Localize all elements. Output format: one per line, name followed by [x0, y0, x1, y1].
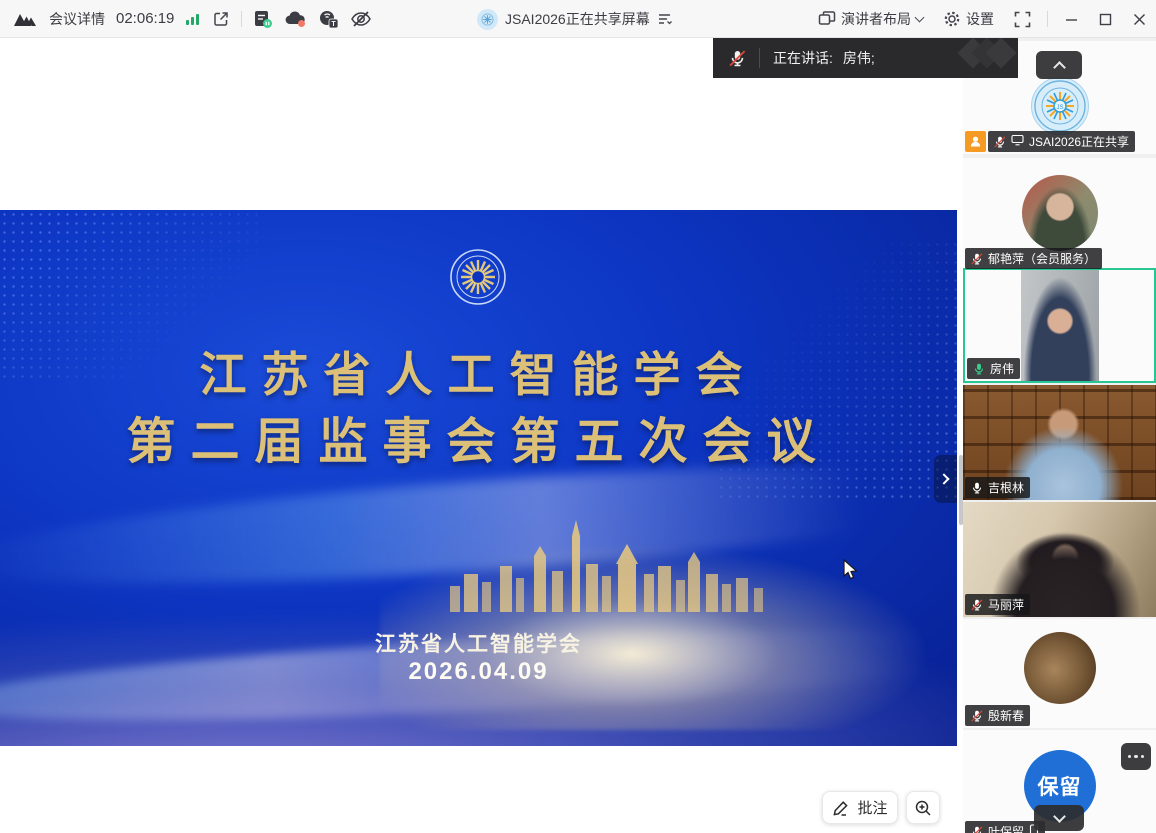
avatar-text: 保留	[1038, 771, 1082, 801]
participant-tile-yebaoliu[interactable]: 保留 叶保留	[963, 730, 1156, 833]
meeting-timer: 02:06:19	[116, 10, 174, 27]
jsai-logo-avatar: JS	[1031, 77, 1089, 135]
watermark-logo	[970, 42, 1012, 64]
chevron-down-icon	[915, 13, 925, 23]
fullscreen-button[interactable]	[1004, 0, 1041, 38]
association-emblem	[449, 248, 507, 306]
presentation-slide: 江苏省人工智能学会 第二届监事会第五次会议 江苏省人工智能学会 2026.04.…	[0, 210, 957, 746]
participant-avatar-photo	[1022, 175, 1098, 251]
network-signal-icon[interactable]	[185, 12, 201, 26]
participant-tile-maliping[interactable]: 马丽萍	[963, 502, 1156, 617]
share-fluency-icon[interactable]	[657, 12, 673, 26]
recording-icon[interactable]	[253, 9, 274, 29]
cloud-icon[interactable]	[285, 10, 307, 28]
chevron-down-icon	[1053, 810, 1066, 823]
app-logo-icon	[13, 11, 38, 27]
host-badge-icon	[965, 131, 986, 152]
slide-expand-button[interactable]	[934, 455, 957, 503]
speaking-toast: 正在讲话: 房伟;	[713, 38, 1018, 78]
fullscreen-icon	[1014, 11, 1031, 28]
titlebar: 会议详情 02:06:19	[0, 0, 1156, 38]
gear-icon	[943, 10, 961, 28]
open-external-icon[interactable]	[212, 10, 230, 28]
speaking-toast-names: 房伟;	[843, 48, 875, 68]
participant-name: 房伟	[990, 360, 1014, 377]
sharer-avatar	[477, 9, 498, 30]
layout-selector-button[interactable]: 演讲者布局	[808, 0, 933, 38]
shared-screen-area: 江苏省人工智能学会 第二届监事会第五次会议 江苏省人工智能学会 2026.04.…	[0, 38, 963, 833]
sharing-status-title: JSAI2026正在共享屏幕	[505, 9, 650, 29]
participants-sidebar: JS	[963, 38, 1156, 833]
settings-label: 设置	[966, 9, 994, 29]
mic-muted-icon	[971, 599, 983, 611]
slide-title-line1: 江苏省人工智能学会	[0, 336, 957, 405]
mic-muted-icon	[994, 136, 1006, 148]
mic-muted-icon	[971, 826, 983, 833]
participant-video	[1021, 270, 1099, 381]
participant-tile-yinxinchun[interactable]: 殷新春	[963, 619, 1156, 728]
meeting-details-button[interactable]: 会议详情	[49, 9, 105, 29]
svg-text:JS: JS	[1056, 105, 1063, 111]
svg-text:T: T	[332, 21, 337, 28]
mic-on-icon	[971, 482, 983, 494]
slide-skyline	[430, 516, 790, 616]
ellipsis-icon	[1128, 755, 1145, 759]
slide-footer-date: 2026.04.09	[0, 658, 957, 686]
participant-name: 郁艳萍（会员服务）	[988, 250, 1096, 267]
layout-icon	[818, 11, 836, 27]
mic-muted-icon	[971, 710, 983, 722]
close-button[interactable]	[1122, 0, 1156, 38]
annotate-button[interactable]: 批注	[822, 791, 898, 824]
mouse-cursor	[843, 559, 859, 581]
zoom-in-button[interactable]	[906, 791, 940, 824]
participant-name: 吉根林	[988, 479, 1024, 496]
speaking-toast-prefix: 正在讲话:	[773, 48, 833, 68]
participant-name: 马丽萍	[988, 596, 1024, 613]
layout-selector-label: 演讲者布局	[841, 9, 911, 29]
pencil-icon	[832, 799, 851, 817]
participant-avatar-photo	[1024, 632, 1096, 704]
mic-muted-icon	[971, 253, 983, 265]
annotate-label: 批注	[857, 797, 887, 818]
slide-title-line2: 第二届监事会第五次会议	[0, 402, 957, 473]
participant-tile-jigenlin[interactable]: 吉根林	[963, 385, 1156, 500]
mic-muted-icon	[729, 50, 746, 67]
participant-name: 殷新春	[988, 707, 1024, 724]
screen-share-icon	[1011, 134, 1024, 149]
slide-footer-org: 江苏省人工智能学会	[0, 628, 957, 658]
participant-name: JSAI2026正在共享	[1029, 133, 1129, 150]
mic-speaking-icon	[973, 363, 985, 375]
maximize-button[interactable]	[1088, 0, 1122, 38]
minimize-button[interactable]	[1054, 0, 1088, 38]
interpretation-icon[interactable]: T	[318, 9, 339, 29]
chevron-right-icon	[938, 473, 949, 484]
privacy-eye-off-icon[interactable]	[350, 10, 372, 28]
participant-tile-yuyanping[interactable]: 郁艳萍（会员服务）	[963, 158, 1156, 271]
sidebar-collapse-button[interactable]	[1036, 51, 1082, 79]
more-options-button[interactable]	[1121, 743, 1151, 770]
participant-name: 叶保留	[988, 823, 1024, 833]
toast-divider	[759, 48, 760, 68]
chevron-up-icon	[1053, 61, 1066, 74]
settings-button[interactable]: 设置	[933, 0, 1004, 38]
magnifier-plus-icon	[914, 799, 932, 817]
participant-tile-fangwei[interactable]: 房伟	[963, 268, 1156, 383]
sidebar-scroll-down-button[interactable]	[1034, 805, 1084, 831]
